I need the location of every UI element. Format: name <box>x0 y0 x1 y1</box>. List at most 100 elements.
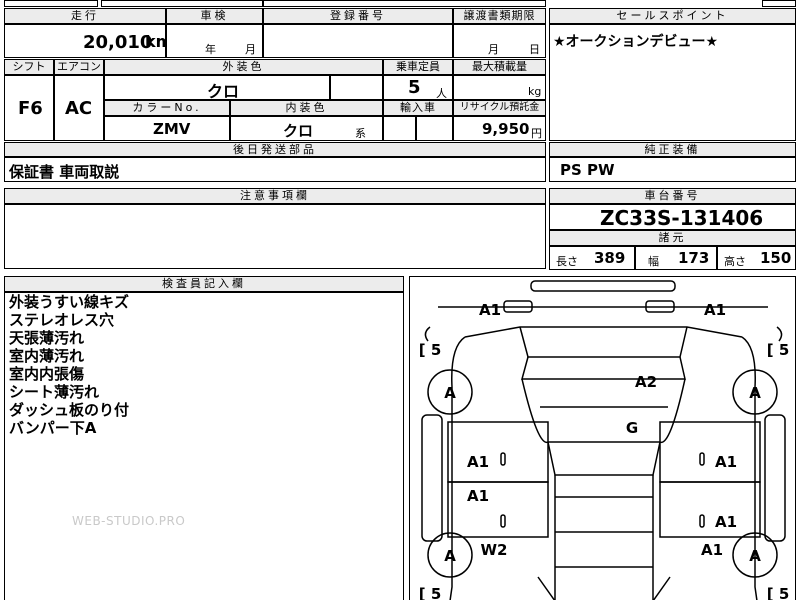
mark-fender-rear-left: W2 <box>481 541 508 559</box>
length-label: 長さ <box>556 255 578 268</box>
recycle-label: リサイクル預託金 <box>453 100 546 116</box>
rear-deck-lines <box>555 496 653 568</box>
mark-door-rear-right: A1 <box>715 513 737 531</box>
chassis-cell: ZC33S-131406 <box>549 204 796 230</box>
exterior-color-label: 外装色 <box>104 59 383 75</box>
transfer-day-unit: 日 <box>529 43 540 56</box>
height-value: 150 <box>760 249 792 267</box>
registration-cell <box>263 24 453 58</box>
mark-door-front-right: A1 <box>715 453 737 471</box>
length-cell: 長さ 389 <box>549 246 635 270</box>
door-front-right <box>659 421 761 483</box>
transfer-deadline-cell: 月 日 <box>453 24 546 58</box>
door-front-left <box>447 421 549 483</box>
color-no-cell: ZMV <box>104 116 230 141</box>
width-label: 幅 <box>648 255 659 268</box>
genuine-equipment-cell: PS PW <box>549 157 796 182</box>
capacity-value: 5 <box>408 77 421 98</box>
recycle-unit: 円 <box>531 127 542 140</box>
import-label: 輸入車 <box>383 100 453 116</box>
mileage-label: 走行 <box>4 8 166 24</box>
registration-label: 登録番号 <box>263 8 453 24</box>
genuine-equipment-value: PS PW <box>560 161 615 179</box>
genuine-equipment-label: 純正装備 <box>549 142 796 157</box>
inspector-line: 室内内張傷 <box>9 365 85 383</box>
inspector-line: シート薄汚れ <box>9 383 100 401</box>
door-handle <box>500 452 506 466</box>
front-outline <box>464 326 743 338</box>
top-edge-cell <box>101 0 263 7</box>
aircon-label: エアコン <box>54 59 104 75</box>
inspector-line: 天張薄汚れ <box>9 329 85 347</box>
recycle-value: 9,950 <box>482 120 530 138</box>
inspector-label: 検査員記入欄 <box>4 276 404 292</box>
aircon-value: AC <box>65 98 93 119</box>
wheel-mark-rear-left: A <box>444 547 456 565</box>
max-load-label: 最大積載量 <box>453 59 546 75</box>
shaken-month-unit: 月 <box>245 43 256 56</box>
mark-door-rear-left: A1 <box>467 487 489 505</box>
capacity-label: 乗車定員 <box>383 59 453 75</box>
top-edge-cell <box>4 0 98 7</box>
exterior-color-value: クロ <box>207 82 240 100</box>
tire-rating-rear-left: [ 5 <box>419 585 442 600</box>
shift-value: F6 <box>18 98 43 119</box>
exterior-color-cell: クロ <box>104 75 330 100</box>
mileage-cell: 20,010 km <box>4 24 166 58</box>
inspector-line: バンパー下A <box>9 419 97 437</box>
shaken-cell: 年 月 <box>166 24 263 58</box>
interior-color-value: クロ <box>283 122 314 140</box>
length-value: 389 <box>594 249 626 267</box>
mark-door-front-left: A1 <box>467 453 489 471</box>
vehicle-diagram-panel: A1 A1 [ 5 [ 5 [ 5 [ 5 A A A A A2 G A1 A1… <box>409 276 796 600</box>
tire-rating-front-right: [ 5 <box>767 341 790 359</box>
door-rear-left <box>447 481 549 538</box>
interior-color-label: 内装色 <box>230 100 383 116</box>
notes-cell <box>4 204 546 269</box>
mark-fender-rear-right: A1 <box>701 541 723 559</box>
door-handle <box>699 452 705 466</box>
door-rear-right <box>659 481 761 538</box>
tire-rating-front-left: [ 5 <box>419 341 442 359</box>
capacity-unit: 人 <box>436 87 447 100</box>
mark-front-right: A1 <box>704 301 726 319</box>
sales-point-text: ★オークションデビュー★ <box>553 34 719 50</box>
width-cell: 幅 173 <box>635 246 717 270</box>
import-cell-b <box>416 116 453 141</box>
later-parts-cell: 保証書 車両取説 <box>4 157 546 182</box>
inspector-line: ダッシュ板のり付 <box>9 401 130 419</box>
import-cell-a <box>383 116 416 141</box>
shift-label: シフト <box>4 59 54 75</box>
height-label: 高さ <box>724 255 746 268</box>
chassis-label: 車台番号 <box>549 188 796 204</box>
inspector-line: 外装うすい線キズ <box>9 293 130 311</box>
sill-right <box>764 414 786 542</box>
later-parts-label: 後日発送部品 <box>4 142 546 157</box>
max-load-cell: kg <box>453 75 546 100</box>
mileage-unit: km <box>145 32 165 51</box>
door-handle <box>699 514 705 528</box>
vehicle-diagram: A1 A1 [ 5 [ 5 [ 5 [ 5 A A A A A2 G A1 A1… <box>419 280 790 600</box>
shift-cell: F6 <box>4 75 54 141</box>
rear-deck-sides <box>554 475 654 600</box>
mark-front-left: A1 <box>479 301 501 319</box>
interior-color-suffix: 系 <box>355 127 366 140</box>
width-value: 173 <box>678 249 710 267</box>
inspector-line: ステレオレス穴 <box>9 311 115 329</box>
body-side-outline <box>449 336 758 600</box>
hood-outline <box>519 326 688 358</box>
shaken-year-unit: 年 <box>205 43 216 56</box>
interior-color-cell: クロ 系 <box>230 116 383 141</box>
color-no-label: カラーNo. <box>104 100 230 116</box>
windshield <box>521 356 686 380</box>
notes-label: 注意事項欄 <box>4 188 546 204</box>
tire-rating-rear-right: [ 5 <box>767 585 790 600</box>
watermark: WEB-STUDIO.PRO <box>72 514 186 528</box>
rear-glass <box>547 441 661 476</box>
door-handle <box>500 514 506 528</box>
color-no-value: ZMV <box>153 120 191 138</box>
shaken-label: 車検 <box>166 8 263 24</box>
wheel-mark-front-right: A <box>749 384 761 402</box>
aircon-cell: AC <box>54 75 104 141</box>
sales-point-cell: ★オークションデビュー★ <box>549 24 796 141</box>
